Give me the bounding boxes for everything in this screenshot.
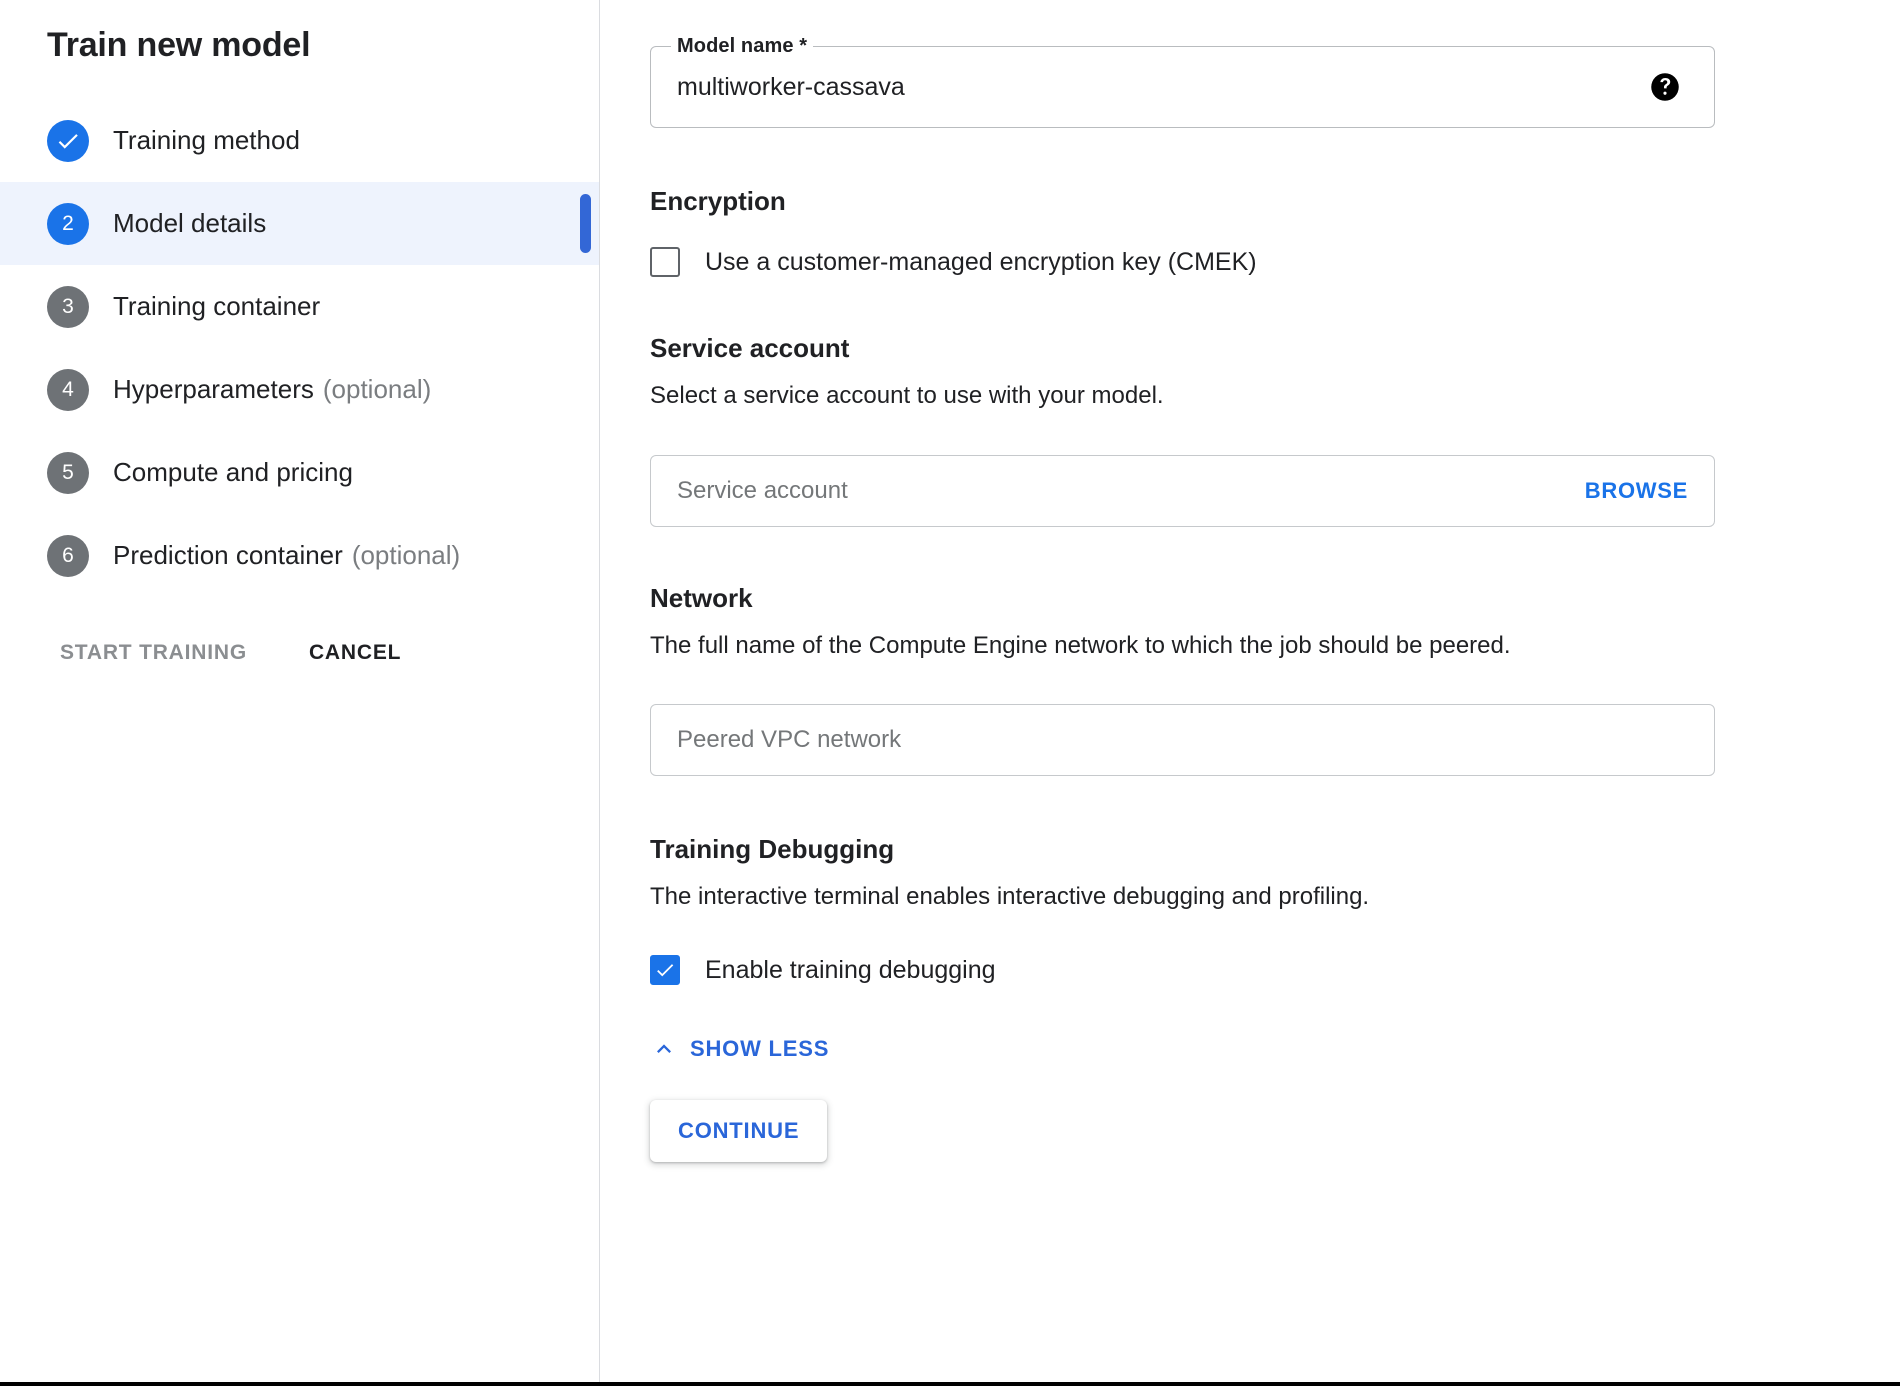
training-debugging-description: The interactive terminal enables interac… xyxy=(650,883,1370,910)
sidebar-item-compute-and-pricing[interactable]: 5 Compute and pricing xyxy=(0,431,599,514)
network-section-title: Network xyxy=(650,583,753,613)
sidebar-item-prediction-container[interactable]: 6 Prediction container (optional) xyxy=(0,514,599,597)
chevron-up-icon xyxy=(650,1035,678,1063)
training-debugging-section-title: Training Debugging xyxy=(650,834,895,864)
step-number-badge: 3 xyxy=(47,285,89,328)
step-number-badge: 5 xyxy=(47,451,89,494)
cancel-button[interactable]: CANCEL xyxy=(309,641,401,665)
service-account-section-title: Service account xyxy=(650,333,850,363)
service-account-field[interactable]: Service account BROWSE xyxy=(650,455,1715,527)
step-number-badge: 6 xyxy=(47,534,89,577)
cmek-checkbox-row[interactable]: Use a customer-managed encryption key (C… xyxy=(650,247,1715,277)
model-details-form: Model name * multiworker-cassava Encrypt… xyxy=(600,0,1900,1382)
peered-vpc-network-field[interactable]: Peered VPC network xyxy=(650,704,1715,776)
step-number-badge: 2 xyxy=(47,202,89,245)
sidebar-item-label: Training container xyxy=(113,291,321,321)
start-training-button[interactable]: START TRAINING xyxy=(60,641,247,665)
sidebar-item-model-details[interactable]: 2 Model details xyxy=(0,182,599,265)
sidebar-item-training-method[interactable]: Training method xyxy=(0,99,599,182)
browse-button[interactable]: BROWSE xyxy=(1585,478,1688,504)
sidebar-item-optional-tag: (optional) xyxy=(322,374,432,404)
sidebar-item-label: Hyperparameters xyxy=(113,374,314,404)
sidebar-item-hyperparameters[interactable]: 4 Hyperparameters (optional) xyxy=(0,348,599,431)
sidebar-item-label: Training method xyxy=(113,125,300,155)
cmek-checkbox-label: Use a customer-managed encryption key (C… xyxy=(705,247,1257,276)
peered-vpc-network-placeholder: Peered VPC network xyxy=(677,726,902,753)
sidebar-item-label: Prediction container xyxy=(113,540,343,570)
encryption-section-title: Encryption xyxy=(650,186,786,216)
enable-training-debugging-checkbox[interactable] xyxy=(650,955,680,985)
sidebar-item-optional-tag: (optional) xyxy=(351,540,461,570)
show-less-toggle[interactable]: SHOW LESS xyxy=(650,1035,829,1063)
continue-button-wrap: CONTINUE xyxy=(650,1100,1715,1162)
sidebar-item-label: Model details xyxy=(113,208,267,238)
active-step-indicator xyxy=(580,194,591,253)
model-name-value: multiworker-cassava xyxy=(677,72,905,101)
help-circle-icon[interactable] xyxy=(1650,72,1680,102)
wizard-sidebar: Train new model Training method 2 Model … xyxy=(0,0,600,1382)
cmek-checkbox[interactable] xyxy=(650,247,680,277)
sidebar-item-training-container[interactable]: 3 Training container xyxy=(0,265,599,348)
continue-button[interactable]: CONTINUE xyxy=(650,1100,828,1162)
model-name-field[interactable]: Model name * multiworker-cassava xyxy=(650,35,1715,128)
wizard-steps: Training method 2 Model details 3 Traini… xyxy=(0,99,599,597)
step-complete-check-icon xyxy=(47,119,89,162)
sidebar-actions: START TRAINING CANCEL xyxy=(0,641,599,665)
enable-training-debugging-label: Enable training debugging xyxy=(705,955,996,984)
service-account-description: Select a service account to use with you… xyxy=(650,382,1164,409)
network-description: The full name of the Compute Engine netw… xyxy=(650,632,1511,659)
show-less-label: SHOW LESS xyxy=(690,1036,830,1061)
train-new-model-page: Train new model Training method 2 Model … xyxy=(0,0,1900,1386)
step-number-badge: 4 xyxy=(47,368,89,411)
enable-training-debugging-row[interactable]: Enable training debugging xyxy=(650,955,1715,985)
page-title: Train new model xyxy=(47,26,311,64)
model-name-label: Model name * xyxy=(671,35,814,58)
sidebar-item-label: Compute and pricing xyxy=(113,457,353,487)
service-account-placeholder: Service account xyxy=(677,477,848,504)
